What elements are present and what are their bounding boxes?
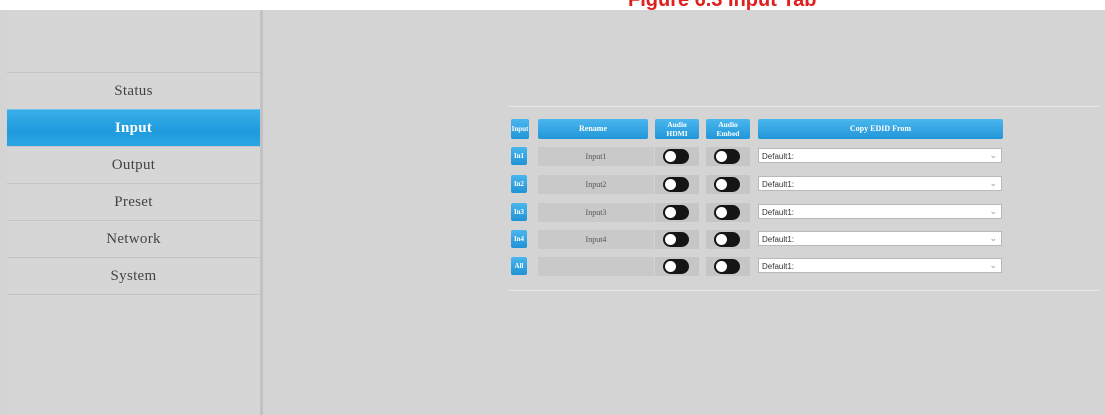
sidebar: Status Input Output Preset Network Syste… bbox=[7, 10, 260, 415]
audio-embed-toggle[interactable] bbox=[714, 232, 740, 247]
copy-edid-value: Default1: bbox=[762, 152, 795, 161]
toggle-knob bbox=[665, 234, 676, 245]
copy-edid-value: Default1: bbox=[762, 235, 795, 244]
table-bottom-divider bbox=[509, 290, 1099, 291]
toggle-knob bbox=[716, 207, 727, 218]
top-banner: Figure 6.3 Input Tab bbox=[0, 0, 1105, 10]
table-row: All Default1: ⌄ bbox=[509, 257, 1009, 277]
copy-edid-select[interactable]: Default1: ⌄ bbox=[758, 148, 1002, 163]
audio-embed-cell bbox=[706, 230, 750, 249]
input-button-in2[interactable]: In2 bbox=[511, 175, 527, 193]
audio-embed-cell bbox=[706, 147, 750, 166]
column-header-audio-hdmi-line1: Audio bbox=[667, 120, 687, 129]
audio-hdmi-cell bbox=[655, 257, 699, 276]
chevron-down-icon: ⌄ bbox=[989, 150, 997, 160]
copy-edid-select[interactable]: Default1: ⌄ bbox=[758, 204, 1002, 219]
toggle-knob bbox=[665, 207, 676, 218]
column-header-audio-embed-line2: Embed bbox=[716, 129, 740, 138]
audio-embed-cell bbox=[706, 175, 750, 194]
sidebar-item-system[interactable]: System bbox=[7, 257, 260, 295]
audio-hdmi-cell bbox=[655, 147, 699, 166]
audio-hdmi-cell bbox=[655, 203, 699, 222]
toggle-knob bbox=[665, 179, 676, 190]
audio-hdmi-toggle[interactable] bbox=[663, 205, 689, 220]
audio-embed-toggle[interactable] bbox=[714, 205, 740, 220]
column-header-rename: Rename bbox=[538, 119, 648, 139]
rename-field[interactable] bbox=[538, 257, 654, 276]
page-title: Figure 6.3 Input Tab bbox=[628, 0, 1048, 10]
column-header-audio-embed: Audio Embed bbox=[706, 119, 750, 139]
copy-edid-select[interactable]: Default1: ⌄ bbox=[758, 231, 1002, 246]
audio-hdmi-toggle[interactable] bbox=[663, 259, 689, 274]
input-button-in1[interactable]: In1 bbox=[511, 147, 527, 165]
copy-edid-value: Default1: bbox=[762, 208, 795, 217]
column-header-copy-edid: Copy EDID From bbox=[758, 119, 1003, 139]
column-header-input: Input bbox=[511, 119, 529, 139]
sidebar-item-input[interactable]: Input bbox=[7, 109, 260, 146]
copy-edid-value: Default1: bbox=[762, 262, 795, 271]
table-row: In3 Input3 Default1: ⌄ bbox=[509, 203, 1009, 223]
toggle-knob bbox=[716, 261, 727, 272]
chevron-down-icon: ⌄ bbox=[989, 206, 997, 216]
audio-embed-toggle[interactable] bbox=[714, 177, 740, 192]
sidebar-divider bbox=[260, 10, 263, 415]
table-row: In2 Input2 Default1: ⌄ bbox=[509, 175, 1009, 195]
copy-edid-select[interactable]: Default1: ⌄ bbox=[758, 258, 1002, 273]
sidebar-item-output[interactable]: Output bbox=[7, 146, 260, 183]
audio-embed-toggle[interactable] bbox=[714, 149, 740, 164]
table-row: In1 Input1 Default1: ⌄ bbox=[509, 147, 1009, 167]
toggle-knob bbox=[665, 151, 676, 162]
copy-edid-select[interactable]: Default1: ⌄ bbox=[758, 176, 1002, 191]
rename-field[interactable]: Input2 bbox=[538, 175, 654, 194]
copy-edid-value: Default1: bbox=[762, 180, 795, 189]
audio-hdmi-toggle[interactable] bbox=[663, 177, 689, 192]
input-button-in3[interactable]: In3 bbox=[511, 203, 527, 221]
rename-field[interactable]: Input3 bbox=[538, 203, 654, 222]
sidebar-nav: Status Input Output Preset Network Syste… bbox=[7, 72, 260, 295]
audio-hdmi-cell bbox=[655, 230, 699, 249]
sidebar-item-status[interactable]: Status bbox=[7, 72, 260, 109]
chevron-down-icon: ⌄ bbox=[989, 233, 997, 243]
audio-embed-toggle[interactable] bbox=[714, 259, 740, 274]
input-button-all[interactable]: All bbox=[511, 257, 527, 275]
audio-embed-cell bbox=[706, 203, 750, 222]
audio-hdmi-toggle[interactable] bbox=[663, 149, 689, 164]
input-button-in4[interactable]: In4 bbox=[511, 230, 527, 248]
toggle-knob bbox=[716, 151, 727, 162]
toggle-knob bbox=[716, 234, 727, 245]
toggle-knob bbox=[665, 261, 676, 272]
audio-hdmi-cell bbox=[655, 175, 699, 194]
column-header-audio-hdmi: Audio HDMI bbox=[655, 119, 699, 139]
column-header-audio-embed-line1: Audio bbox=[718, 120, 738, 129]
sidebar-item-preset[interactable]: Preset bbox=[7, 183, 260, 220]
sidebar-item-network[interactable]: Network bbox=[7, 220, 260, 257]
chevron-down-icon: ⌄ bbox=[989, 260, 997, 270]
toggle-knob bbox=[716, 179, 727, 190]
rename-field[interactable]: Input1 bbox=[538, 147, 654, 166]
audio-hdmi-toggle[interactable] bbox=[663, 232, 689, 247]
table-top-divider bbox=[509, 106, 1099, 107]
audio-embed-cell bbox=[706, 257, 750, 276]
table-row: In4 Input4 Default1: ⌄ bbox=[509, 230, 1009, 250]
chevron-down-icon: ⌄ bbox=[989, 178, 997, 188]
rename-field[interactable]: Input4 bbox=[538, 230, 654, 249]
column-header-audio-hdmi-line2: HDMI bbox=[666, 129, 688, 138]
